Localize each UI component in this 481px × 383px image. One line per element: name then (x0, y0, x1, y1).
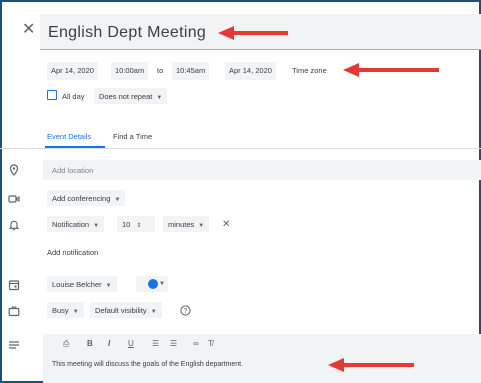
location-placeholder: Add location (52, 166, 94, 175)
chevron-down-icon: ▼ (150, 309, 157, 315)
chevron-down-icon: ▼ (198, 223, 205, 229)
chevron-down-icon: ▼ (114, 197, 121, 203)
bold-icon[interactable]: B (87, 339, 93, 348)
svg-text:?: ? (184, 308, 188, 315)
conferencing-label: Add conferencing (52, 194, 111, 203)
busy-label: Busy (52, 306, 69, 315)
end-time-chip[interactable]: 10:45am (172, 62, 210, 80)
bell-icon (8, 220, 20, 231)
video-camera-icon (8, 195, 20, 203)
underline-icon[interactable]: U (128, 339, 134, 348)
remove-notification-icon[interactable]: ✕ (222, 219, 230, 230)
bulleted-list-icon[interactable]: ☰ (170, 339, 177, 348)
link-icon[interactable]: ∞ (193, 339, 199, 348)
notification-unit: minutes (168, 220, 195, 229)
notification-value: 10 (122, 220, 131, 229)
tab-event-details[interactable]: Event Details (47, 132, 91, 141)
attachment-icon[interactable]: ⎙ (63, 339, 69, 349)
annotation-arrow-description (328, 358, 414, 372)
notification-unit-dropdown[interactable]: minutes ▼ (163, 216, 210, 232)
tab-find-time[interactable]: Find a Time (113, 132, 152, 141)
end-date-chip[interactable]: Apr 14, 2020 (225, 62, 276, 80)
add-notification-link[interactable]: Add notification (47, 248, 98, 257)
busy-dropdown[interactable]: Busy ▼ (47, 302, 84, 318)
to-label: to (157, 66, 164, 75)
calendar-owner-dropdown[interactable]: Louise Belcher ▼ (47, 276, 117, 292)
repeat-label: Does not repeat (99, 92, 153, 101)
visibility-dropdown[interactable]: Default visibility ▼ (90, 302, 162, 318)
stepper-arrows-icon[interactable]: ⇕ (136, 223, 141, 229)
location-pin-icon (9, 164, 19, 176)
chevron-down-icon: ▼ (159, 281, 165, 287)
tabs-divider (0, 148, 481, 149)
notification-type-label: Notification (52, 220, 90, 229)
numbered-list-icon[interactable]: ☰ (152, 339, 159, 348)
help-circle-icon[interactable]: ? (180, 305, 191, 316)
event-color-swatch (148, 279, 158, 289)
clear-format-icon[interactable]: T̸ (208, 339, 213, 348)
calendar-owner: Louise Belcher (52, 280, 102, 289)
briefcase-icon (8, 306, 20, 317)
visibility-label: Default visibility (95, 306, 147, 315)
location-input[interactable] (43, 160, 481, 180)
start-time-chip[interactable]: 10:00am (111, 62, 149, 80)
start-date-chip[interactable]: Apr 14, 2020 (47, 62, 98, 80)
allday-checkbox[interactable] (47, 90, 57, 100)
repeat-dropdown[interactable]: Does not repeat ▼ (94, 88, 168, 104)
chevron-down-icon: ▼ (156, 95, 163, 101)
description-lines-icon (9, 341, 19, 349)
chevron-down-icon: ▼ (105, 283, 112, 289)
close-icon[interactable]: ✕ (22, 22, 35, 38)
allday-label: All day (62, 92, 85, 101)
event-title[interactable]: English Dept Meeting (48, 24, 206, 42)
conferencing-dropdown[interactable]: Add conferencing ▼ (47, 190, 126, 206)
description-text[interactable]: This meeting will discuss the goals of t… (52, 361, 243, 368)
chevron-down-icon: ▼ (72, 309, 79, 315)
annotation-arrow-timezone (343, 63, 439, 77)
timezone-link[interactable]: Time zone (292, 66, 327, 75)
calendar-icon (8, 280, 20, 291)
annotation-arrow-title (218, 26, 288, 40)
chevron-down-icon: ▼ (93, 223, 100, 229)
notification-value-stepper[interactable]: 10 ⇕ (117, 216, 155, 232)
notification-type-dropdown[interactable]: Notification ▼ (47, 216, 105, 232)
italic-icon[interactable]: I (108, 339, 110, 348)
